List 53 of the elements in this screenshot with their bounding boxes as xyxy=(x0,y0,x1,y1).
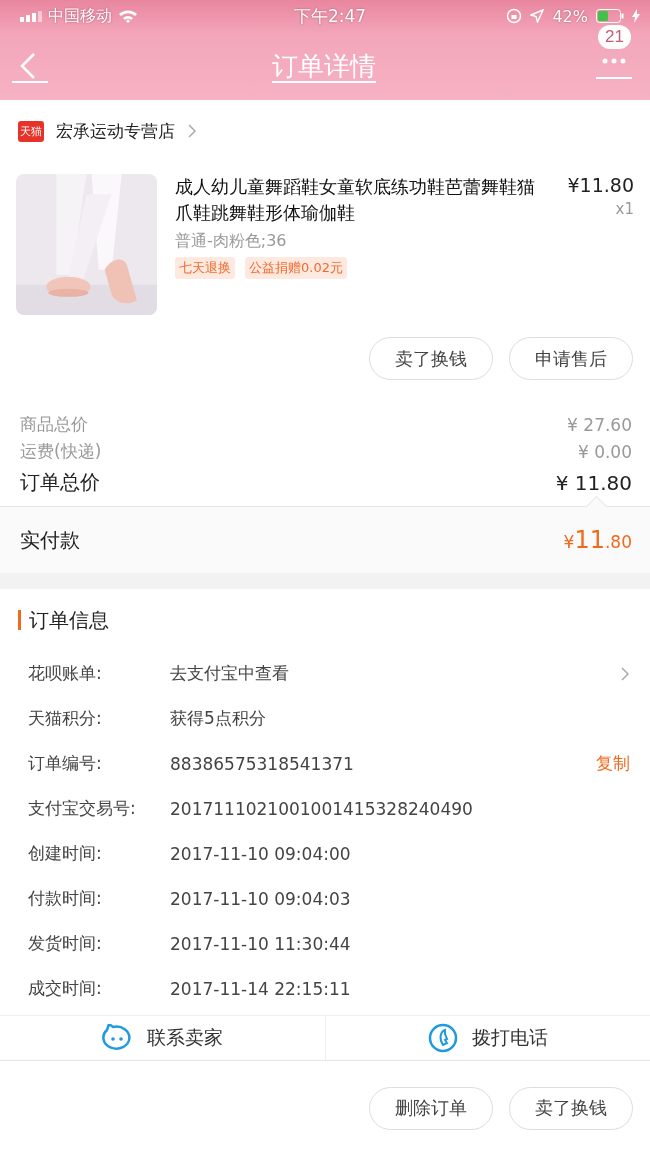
wifi-icon xyxy=(118,9,138,23)
product-quantity: x1 xyxy=(615,200,634,218)
paid-label: 实付款 xyxy=(20,526,80,554)
info-label: 天猫积分: xyxy=(28,707,103,730)
location-icon xyxy=(530,9,545,23)
battery-icon xyxy=(596,9,624,23)
info-label: 发货时间: xyxy=(28,932,103,955)
chevron-right-icon xyxy=(187,123,197,139)
store-badge: 天猫 xyxy=(18,120,44,142)
info-value: 2017-11-10 09:04:00 xyxy=(170,843,352,864)
info-label: 花呗账单: xyxy=(28,662,103,685)
status-time: 下午2:47 xyxy=(293,4,367,28)
action-button[interactable]: 卖了换钱 xyxy=(509,1086,633,1130)
action-button[interactable]: 卖了换钱 xyxy=(369,337,493,380)
price-value: ¥ 27.60 xyxy=(567,414,632,435)
info-value: 2017-11-10 11:30:44 xyxy=(170,933,352,954)
paid-amount: ¥11.80 xyxy=(563,526,632,554)
service-tag: 七天退换 xyxy=(175,257,235,279)
info-value: 获得5点积分 xyxy=(170,707,267,730)
section-title: 订单信息 xyxy=(29,606,109,634)
page-title: 订单详情 xyxy=(272,49,376,83)
charging-icon xyxy=(632,9,640,23)
action-button[interactable]: 申请售后 xyxy=(509,337,633,380)
chevron-right-icon[interactable] xyxy=(620,665,630,682)
info-label: 支付宝交易号: xyxy=(28,797,137,820)
price-label: 商品总价 xyxy=(20,413,88,436)
info-value: 2017-11-14 22:15:11 xyxy=(170,978,352,999)
info-value: 88386575318541371 xyxy=(170,753,355,774)
info-label: 创建时间: xyxy=(28,842,103,865)
battery-percent: 42% xyxy=(552,6,588,26)
store-row[interactable]: 天猫 宏承运动专营店 xyxy=(0,100,650,162)
price-label: 运费(快递) xyxy=(20,440,102,463)
price-label: 订单总价 xyxy=(20,469,100,496)
product-price: ¥11.80 xyxy=(567,174,634,196)
price-value: ¥ 11.80 xyxy=(555,470,632,495)
info-label: 成交时间: xyxy=(28,977,103,1000)
info-value: 2017-11-10 09:04:03 xyxy=(170,888,352,909)
store-name: 宏承运动专营店 xyxy=(56,119,175,143)
signal-icon xyxy=(20,10,42,22)
info-value: 2017111021001001415328240490 xyxy=(170,798,474,819)
action-button[interactable]: 删除订单 xyxy=(369,1086,493,1130)
carrier-name: 中国移动 xyxy=(48,5,112,27)
service-tag: 公益捐赠0.02元 xyxy=(245,257,347,279)
info-label: 订单编号: xyxy=(28,752,103,775)
product-title[interactable]: 成人幼儿童舞蹈鞋女童软底练功鞋芭蕾舞鞋猫爪鞋跳舞鞋形体瑜伽鞋 xyxy=(175,174,550,226)
message-count-badge: 21 xyxy=(598,25,631,49)
info-value: 去支付宝中查看 xyxy=(170,662,290,685)
rotation-lock-icon xyxy=(506,8,523,24)
chat-icon xyxy=(101,1024,134,1052)
product-spec: 普通-肉粉色;36 xyxy=(175,231,288,252)
phone-icon xyxy=(427,1023,458,1053)
price-value: ¥ 0.00 xyxy=(577,441,632,462)
info-label: 付款时间: xyxy=(28,887,103,910)
